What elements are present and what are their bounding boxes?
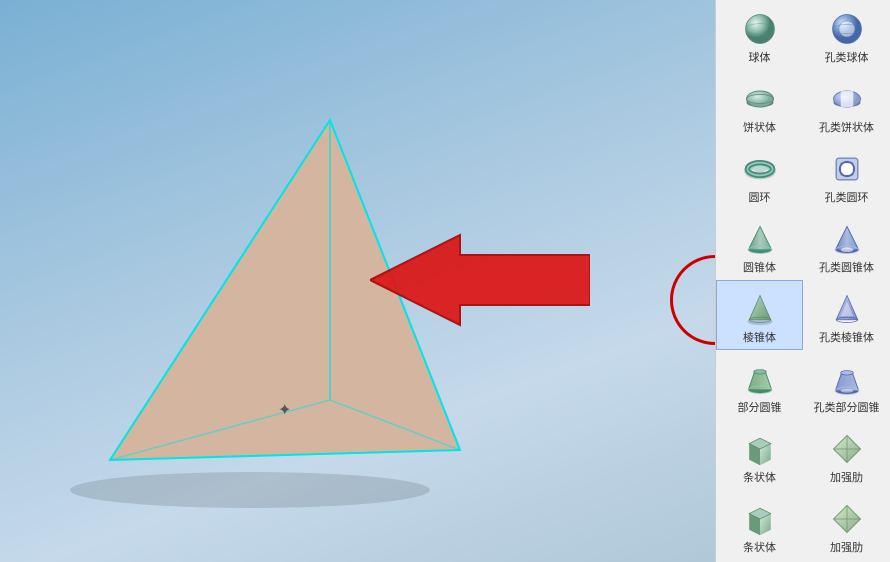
sidebar-item-partial-cone[interactable]: 部分圆锥 — [716, 350, 803, 420]
sphere-hollow-label: 孔类球体 — [825, 51, 869, 65]
3d-viewport[interactable]: ✦ — [0, 0, 715, 562]
sidebar-item-pyramid-hollow[interactable]: 孔类棱锥体 — [803, 280, 890, 350]
rib2-icon — [827, 499, 867, 539]
partial-cone-hollow-icon — [827, 360, 867, 400]
sidebar-item-disk[interactable]: 饼状体 — [716, 70, 803, 140]
bar2-label: 条状体 — [743, 541, 776, 555]
annotation-arrow — [370, 230, 590, 330]
sidebar-item-pyramid[interactable]: 棱锥体 — [716, 280, 803, 350]
partial-cone-icon — [740, 359, 780, 399]
torus-hollow-icon — [827, 149, 867, 189]
svg-text:✦: ✦ — [278, 402, 291, 419]
bar2-icon — [740, 499, 780, 539]
shape-sidebar: 球体 孔类球体 — [715, 0, 890, 562]
sidebar-item-partial-cone-hollow[interactable]: 孔类部分圆锥 — [803, 350, 890, 420]
sidebar-item-torus[interactable]: 圆环 — [716, 140, 803, 210]
pyramid-hollow-icon — [827, 289, 867, 329]
sphere-hollow-icon — [827, 9, 867, 49]
disk-hollow-icon — [827, 79, 867, 119]
torus-icon — [740, 149, 780, 189]
sidebar-item-sphere[interactable]: 球体 — [716, 0, 803, 70]
disk-hollow-label: 孔类饼状体 — [819, 121, 874, 135]
torus-label: 圆环 — [749, 191, 771, 205]
disk-icon — [740, 79, 780, 119]
sphere-label: 球体 — [749, 51, 771, 65]
torus-hollow-label: 孔类圆环 — [825, 191, 869, 205]
pyramid-icon — [740, 289, 780, 329]
rib-label: 加强肋 — [830, 471, 863, 485]
annotation-circle — [670, 255, 715, 345]
sidebar-item-rib[interactable]: 加强肋 — [803, 420, 890, 490]
sidebar-item-bar[interactable]: 条状体 — [716, 420, 803, 490]
sidebar-item-rib2[interactable]: 加强肋 — [803, 490, 890, 560]
bar-label: 条状体 — [743, 471, 776, 485]
sidebar-item-bar2[interactable]: 条状体 — [716, 490, 803, 560]
cone-hollow-icon — [827, 219, 867, 259]
rib-icon — [827, 429, 867, 469]
sidebar-item-sphere-hollow[interactable]: 孔类球体 — [803, 0, 890, 70]
shape-grid: 球体 孔类球体 — [716, 0, 890, 560]
sidebar-item-cone-hollow[interactable]: 孔类圆锥体 — [803, 210, 890, 280]
sidebar-item-disk-hollow[interactable]: 孔类饼状体 — [803, 70, 890, 140]
disk-label: 饼状体 — [743, 121, 776, 135]
partial-cone-label: 部分圆锥 — [738, 401, 782, 415]
bar-icon — [740, 429, 780, 469]
sidebar-item-torus-hollow[interactable]: 孔类圆环 — [803, 140, 890, 210]
rib2-label: 加强肋 — [830, 541, 863, 555]
cone-label: 圆锥体 — [743, 261, 776, 275]
cone-hollow-label: 孔类圆锥体 — [819, 261, 874, 275]
partial-cone-hollow-label: 孔类部分圆锥 — [814, 402, 880, 415]
sphere-icon — [740, 9, 780, 49]
pyramid-label: 棱锥体 — [743, 331, 776, 345]
pyramid-hollow-label: 孔类棱锥体 — [819, 331, 874, 345]
cone-icon — [740, 219, 780, 259]
sidebar-item-cone[interactable]: 圆锥体 — [716, 210, 803, 280]
